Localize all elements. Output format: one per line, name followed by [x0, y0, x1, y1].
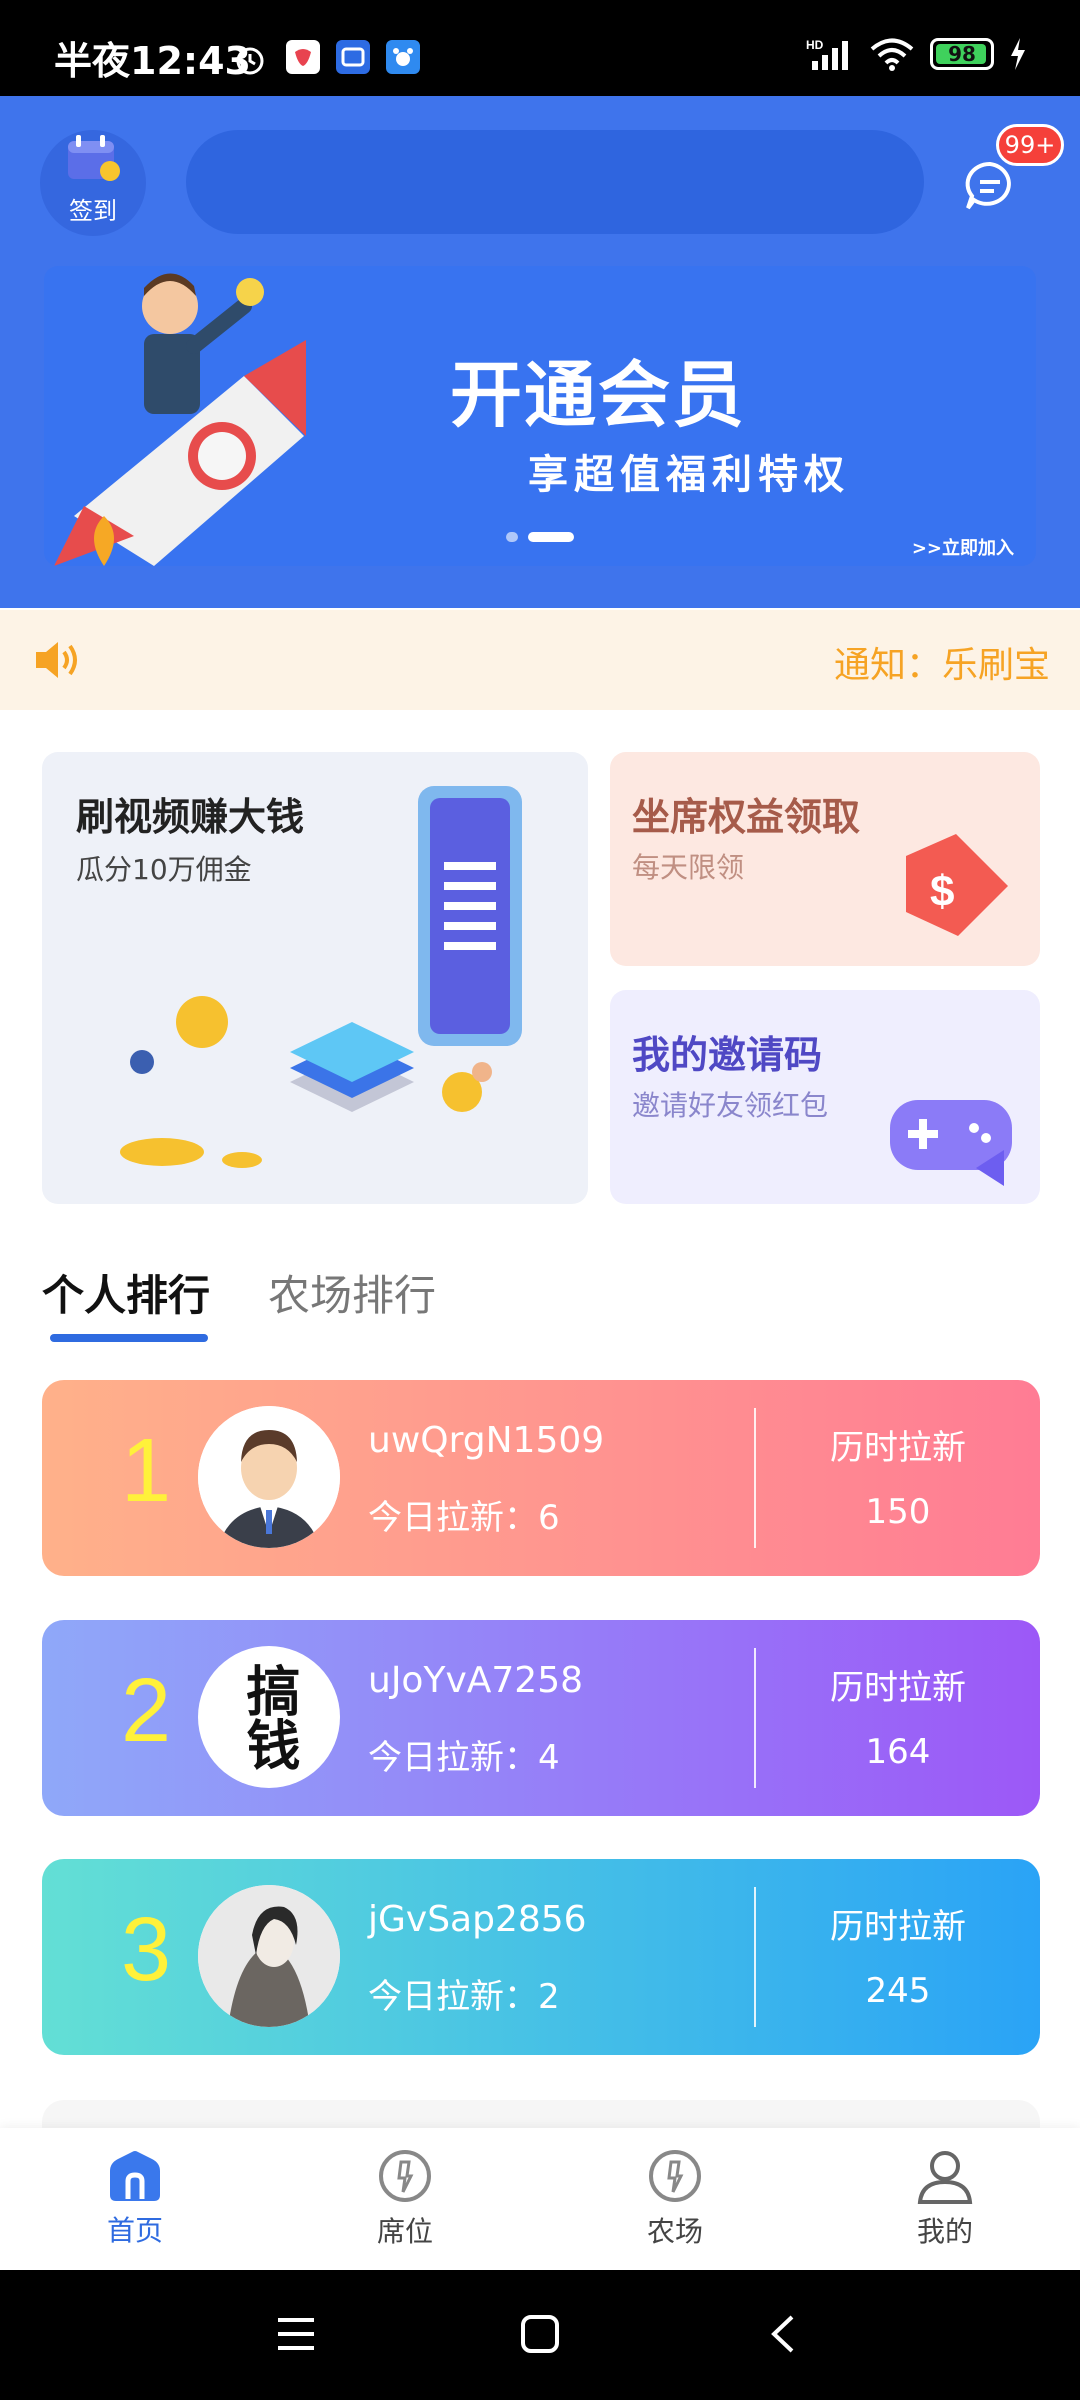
signal-hd-label: HD — [806, 38, 824, 52]
svg-text:$: $ — [930, 867, 954, 916]
farm-icon — [649, 2150, 701, 2202]
status-bar: 半夜12:43 HD 98 — [0, 0, 1080, 96]
history-label: 历时拉新 — [830, 1428, 966, 1468]
nav-profile-label: 我的 — [916, 2215, 973, 2248]
rank-number: 1 — [120, 1421, 172, 1521]
menu-icon[interactable] — [276, 2314, 316, 2354]
nav-farm-label: 农场 — [646, 2215, 703, 2248]
signal-icon: HD — [806, 38, 848, 70]
status-time: 半夜12:43 — [54, 39, 251, 83]
app-notification-icon — [286, 40, 320, 74]
signin-button[interactable]: 签到 — [40, 130, 146, 236]
app-notification-icon-2 — [336, 40, 370, 74]
nav-home-label: 首页 — [106, 2214, 163, 2247]
ranking-username: jGvSap2856 — [368, 1899, 587, 1940]
signin-label: 签到 — [69, 197, 117, 225]
avatar — [198, 1885, 340, 2027]
home-icon — [110, 2151, 160, 2201]
invite-code-card[interactable]: 我的邀请码 邀请好友领红包 — [610, 990, 1040, 1204]
tab-farm-ranking[interactable]: 农场排行 — [268, 1262, 436, 1323]
notice-bar: 通知：乐刷宝 — [0, 610, 1080, 710]
notice-text: 通知：乐刷宝 — [833, 645, 1050, 686]
ranking-username: uJoYvA7258 — [368, 1660, 583, 1701]
banner-dot — [506, 532, 518, 542]
seat-card-subtitle: 每天限领 — [632, 851, 745, 884]
video-earn-card[interactable]: 刷视频赚大钱 瓜分10万佣金 — [42, 752, 588, 1204]
alarm-icon — [236, 47, 264, 75]
calendar-icon — [68, 135, 120, 181]
ranking-today-new: 今日拉新：6 — [368, 1498, 560, 1538]
ranking-tabs: 个人排行 农场排行 — [42, 1262, 436, 1323]
charging-icon — [1011, 38, 1025, 70]
active-tab-underline — [50, 1334, 208, 1342]
ranking-username: uwQrgN1509 — [368, 1420, 605, 1461]
history-value: 245 — [865, 1971, 931, 2011]
banner-pagination — [506, 532, 574, 542]
history-label: 历时拉新 — [830, 1907, 966, 1947]
system-nav-bar — [0, 2270, 1080, 2400]
seat-card-title: 坐席权益领取 — [632, 795, 861, 839]
seat-icon — [379, 2150, 431, 2202]
nav-seat[interactable]: 席位 — [270, 2128, 540, 2270]
home-header: 签到 99+ 开通会员 享超值福利特权 >>立即加入 — [0, 96, 1080, 608]
rank-number: 3 — [120, 1900, 172, 2000]
battery-level: 98 — [948, 42, 976, 66]
price-tag-icon: $ — [906, 834, 1008, 936]
message-badge: 99+ — [996, 124, 1064, 166]
ranking-today-new: 今日拉新：2 — [368, 1977, 560, 2017]
banner-subtitle: 享超值福利特权 — [528, 452, 850, 498]
invite-card-subtitle: 邀请好友领红包 — [632, 1089, 829, 1122]
wifi-icon — [870, 38, 914, 71]
ranking-row-3[interactable]: 3 jGvSap2856 今日拉新：2 历时拉新 245 — [42, 1859, 1040, 2055]
rank-number: 2 — [120, 1661, 172, 1761]
video-earn-illustration — [120, 786, 522, 1168]
avatar — [198, 1406, 340, 1548]
tab-personal-ranking[interactable]: 个人排行 — [42, 1262, 210, 1323]
banner-dot-active — [528, 532, 574, 542]
banner-join-link[interactable]: >>立即加入 — [912, 534, 1014, 560]
avatar: 搞钱 — [198, 1646, 340, 1788]
battery-indicator: 98 — [930, 38, 994, 70]
invite-card-title: 我的邀请码 — [632, 1033, 823, 1077]
bottom-nav: 首页 席位 农场 我的 — [0, 2128, 1080, 2270]
search-bar[interactable] — [186, 130, 924, 234]
nav-profile[interactable]: 我的 — [810, 2128, 1080, 2270]
banner-title: 开通会员 — [450, 353, 747, 437]
history-value: 150 — [865, 1492, 931, 1532]
vip-banner[interactable]: 开通会员 享超值福利特权 >>立即加入 — [44, 266, 1036, 566]
ranking-row-2[interactable]: 2 搞钱 uJoYvA7258 今日拉新：4 历时拉新 164 — [42, 1620, 1040, 1816]
ranking-today-new: 今日拉新：4 — [368, 1738, 560, 1778]
seat-benefit-card[interactable]: 坐席权益领取 每天限领 $ — [610, 752, 1040, 966]
home-square-icon[interactable] — [520, 2314, 560, 2354]
history-value: 164 — [865, 1732, 931, 1772]
speaker-icon — [36, 642, 77, 678]
back-icon[interactable] — [768, 2314, 798, 2354]
baidu-notification-icon — [386, 40, 420, 74]
nav-seat-label: 席位 — [376, 2215, 433, 2248]
status-right-group: HD 98 — [806, 36, 1028, 72]
gamepad-icon — [890, 1100, 1012, 1186]
avatar-text: 搞钱 — [237, 1663, 301, 1771]
history-label: 历时拉新 — [830, 1668, 966, 1708]
nav-farm[interactable]: 农场 — [540, 2128, 810, 2270]
profile-icon — [917, 2151, 973, 2204]
rocket-man-illustration — [54, 273, 306, 566]
ranking-row-1[interactable]: 1 uwQrgN1509 今日拉新：6 历时拉新 150 — [42, 1380, 1040, 1576]
nav-home[interactable]: 首页 — [0, 2128, 270, 2270]
